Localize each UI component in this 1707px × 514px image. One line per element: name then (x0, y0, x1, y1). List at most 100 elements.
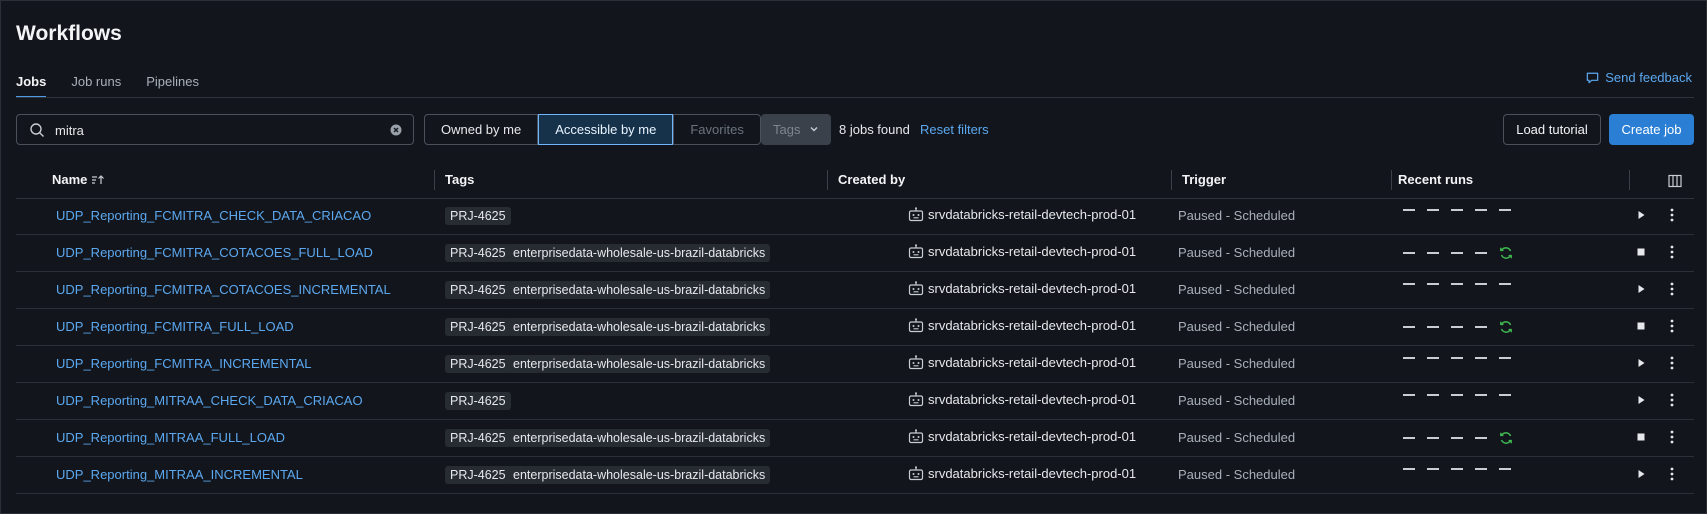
running-icon[interactable] (1499, 246, 1513, 260)
more-options-icon[interactable] (1665, 244, 1679, 260)
load-tutorial-button[interactable]: Load tutorial (1503, 114, 1601, 145)
empty-run-marker[interactable] (1451, 357, 1463, 359)
empty-run-marker[interactable] (1475, 357, 1487, 359)
column-divider[interactable] (1171, 170, 1172, 190)
tab-bar: Jobs Job runs Pipelines (16, 74, 199, 98)
accessible-by-me-button[interactable]: Accessible by me (538, 114, 674, 145)
stop-icon[interactable] (1634, 319, 1648, 333)
empty-run-marker[interactable] (1403, 468, 1415, 470)
column-divider[interactable] (1629, 170, 1630, 190)
empty-run-marker[interactable] (1475, 209, 1487, 211)
table-row[interactable]: UDP_Reporting_FCMITRA_CHECK_DATA_CRIACAO… (16, 198, 1694, 235)
column-settings-icon[interactable] (1668, 174, 1682, 188)
empty-run-marker[interactable] (1403, 394, 1415, 396)
empty-run-marker[interactable] (1451, 468, 1463, 470)
column-divider[interactable] (434, 170, 435, 190)
empty-run-marker[interactable] (1403, 252, 1415, 254)
column-divider[interactable] (827, 170, 828, 190)
empty-run-marker[interactable] (1475, 437, 1487, 439)
empty-run-marker[interactable] (1427, 357, 1439, 359)
empty-run-marker[interactable] (1499, 209, 1511, 211)
more-options-icon[interactable] (1665, 207, 1679, 223)
job-name-link[interactable]: UDP_Reporting_MITRAA_FULL_LOAD (56, 430, 285, 445)
empty-run-marker[interactable] (1499, 468, 1511, 470)
trigger-status: Paused - Scheduled (1178, 319, 1296, 334)
empty-run-marker[interactable] (1451, 209, 1463, 211)
empty-run-marker[interactable] (1427, 283, 1439, 285)
empty-run-marker[interactable] (1475, 283, 1487, 285)
created-by-text: srvdatabricks-retail-devtech-prod-01 (928, 281, 1137, 296)
table-row[interactable]: UDP_Reporting_FCMITRA_COTACOES_INCREMENT… (16, 272, 1694, 309)
send-feedback-link[interactable]: Send feedback (1585, 70, 1692, 85)
table-row[interactable]: UDP_Reporting_FCMITRA_COTACOES_FULL_LOAD… (16, 235, 1694, 272)
column-divider[interactable] (1391, 170, 1392, 190)
tags-dropdown[interactable]: Tags (761, 114, 831, 145)
empty-run-marker[interactable] (1475, 468, 1487, 470)
clear-search-icon[interactable] (390, 124, 402, 136)
empty-run-marker[interactable] (1451, 394, 1463, 396)
play-icon[interactable] (1634, 208, 1648, 222)
table-row[interactable]: UDP_Reporting_MITRAA_FULL_LOAD PRJ-4625 en… (16, 420, 1694, 457)
more-options-icon[interactable] (1665, 429, 1679, 445)
play-icon[interactable] (1634, 282, 1648, 296)
empty-run-marker[interactable] (1451, 437, 1463, 439)
created-by-cell: srvdatabricks-retail-devtech-prod-01 (908, 244, 1136, 259)
empty-run-marker[interactable] (1451, 326, 1463, 328)
table-row[interactable]: UDP_Reporting_FCMITRA_INCREMENTAL PRJ-462… (16, 346, 1694, 383)
reset-filters-link[interactable]: Reset filters (920, 122, 989, 137)
empty-run-marker[interactable] (1427, 209, 1439, 211)
empty-run-marker[interactable] (1427, 437, 1439, 439)
play-icon[interactable] (1634, 467, 1648, 481)
tab-jobs[interactable]: Jobs (16, 74, 47, 98)
empty-run-marker[interactable] (1403, 326, 1415, 328)
more-options-icon[interactable] (1665, 281, 1679, 297)
running-icon[interactable] (1499, 320, 1513, 334)
table-row[interactable]: UDP_Reporting_MITRAA_CHECK_DATA_CRIACAO P… (16, 383, 1694, 420)
more-options-icon[interactable] (1665, 392, 1679, 408)
empty-run-marker[interactable] (1475, 252, 1487, 254)
empty-run-marker[interactable] (1403, 357, 1415, 359)
empty-run-marker[interactable] (1475, 326, 1487, 328)
table-row[interactable]: UDP_Reporting_MITRAA_INCREMENTAL PRJ-4625… (16, 457, 1694, 494)
job-name-link[interactable]: UDP_Reporting_FCMITRA_COTACOES_FULL_LOAD (56, 245, 373, 260)
empty-run-marker[interactable] (1427, 326, 1439, 328)
column-name-label: Name (52, 172, 88, 187)
created-by-cell: srvdatabricks-retail-devtech-prod-01 (908, 429, 1136, 444)
job-name-link[interactable]: UDP_Reporting_MITRAA_CHECK_DATA_CRIACAO (56, 393, 363, 408)
job-name-link[interactable]: UDP_Reporting_FCMITRA_COTACOES_INCREMENT… (56, 282, 391, 297)
job-name-link[interactable]: UDP_Reporting_FCMITRA_INCREMENTAL (56, 356, 312, 371)
empty-run-marker[interactable] (1403, 209, 1415, 211)
more-options-icon[interactable] (1665, 355, 1679, 371)
empty-run-marker[interactable] (1403, 283, 1415, 285)
tag-badge: enterprisedata-wholesale-us-brazil-datab… (508, 429, 771, 447)
tab-job-runs[interactable]: Job runs (71, 74, 121, 98)
empty-run-marker[interactable] (1475, 394, 1487, 396)
empty-run-marker[interactable] (1451, 252, 1463, 254)
empty-run-marker[interactable] (1427, 252, 1439, 254)
column-name[interactable]: Name (52, 172, 105, 187)
job-name-link[interactable]: UDP_Reporting_FCMITRA_CHECK_DATA_CRIACAO (56, 208, 371, 223)
play-icon[interactable] (1634, 393, 1648, 407)
tag-badge: PRJ-4625 (445, 318, 511, 336)
stop-icon[interactable] (1634, 430, 1648, 444)
empty-run-marker[interactable] (1499, 283, 1511, 285)
empty-run-marker[interactable] (1451, 283, 1463, 285)
create-job-button[interactable]: Create job (1609, 114, 1694, 145)
owned-by-me-button[interactable]: Owned by me (424, 114, 539, 145)
more-options-icon[interactable] (1665, 318, 1679, 334)
table-row[interactable]: UDP_Reporting_FCMITRA_FULL_LOAD PRJ-4625 e… (16, 309, 1694, 346)
empty-run-marker[interactable] (1499, 357, 1511, 359)
running-icon[interactable] (1499, 431, 1513, 445)
more-options-icon[interactable] (1665, 466, 1679, 482)
empty-run-marker[interactable] (1403, 437, 1415, 439)
play-icon[interactable] (1634, 356, 1648, 370)
job-name-link[interactable]: UDP_Reporting_MITRAA_INCREMENTAL (56, 467, 303, 482)
job-name-link[interactable]: UDP_Reporting_FCMITRA_FULL_LOAD (56, 319, 294, 334)
empty-run-marker[interactable] (1499, 394, 1511, 396)
tab-pipelines[interactable]: Pipelines (146, 74, 199, 98)
empty-run-marker[interactable] (1427, 394, 1439, 396)
empty-run-marker[interactable] (1427, 468, 1439, 470)
search-input[interactable] (53, 119, 377, 142)
stop-icon[interactable] (1634, 245, 1648, 259)
favorites-button[interactable]: Favorites (673, 114, 761, 145)
